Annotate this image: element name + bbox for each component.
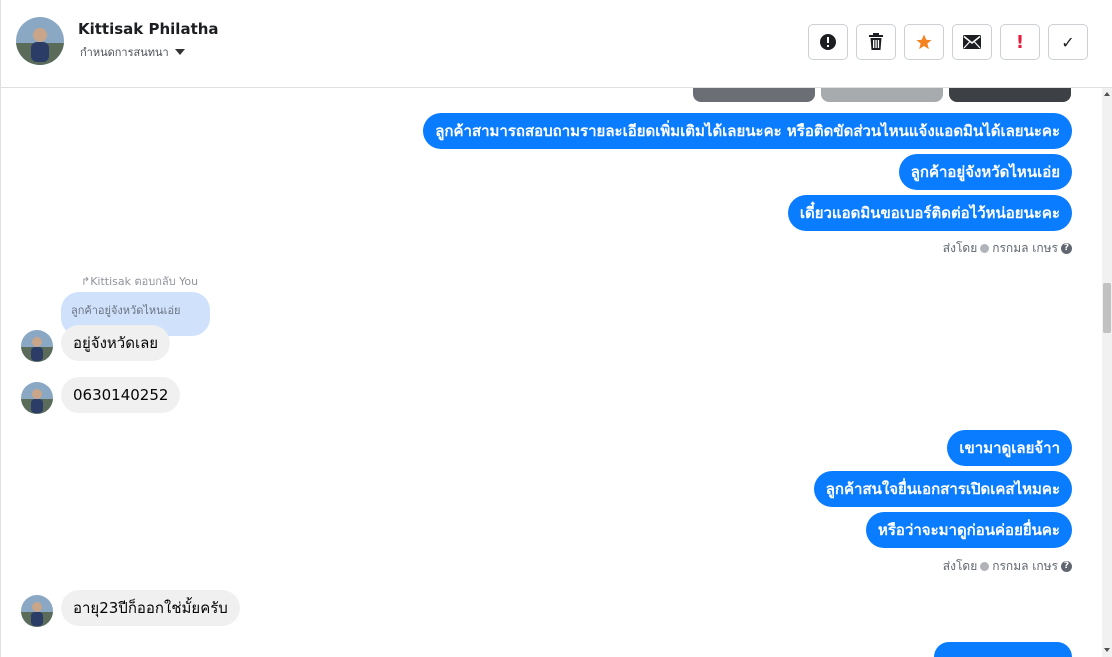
reply-meta: ↱Kittisak ตอบกลับ You: [81, 272, 198, 290]
message-bubble-outgoing[interactable]: ลูกค้าสนใจยื่นเอกสารเปิดเคสไหมคะ: [813, 471, 1072, 507]
conversation-label-dropdown[interactable]: กำหนดการสนทนา: [80, 43, 185, 61]
check-icon: ✓: [1061, 32, 1075, 52]
message-bubble-incoming[interactable]: อายุ23ปีก็ออกใช่มั้ยครับ: [61, 590, 240, 626]
attached-image[interactable]: [693, 88, 815, 102]
sender-name[interactable]: กรกมล เกษร: [992, 557, 1058, 576]
sent-by-label: ส่งโดย: [942, 559, 978, 573]
message-bubble-outgoing[interactable]: ลูกค้าสามารถสอบถามรายละเอียดเพิ่มเติมได้…: [423, 113, 1072, 149]
sender-avatar[interactable]: [21, 382, 53, 414]
exclamation-icon: !: [1015, 31, 1025, 53]
sent-status-icon: [980, 244, 990, 253]
delete-button[interactable]: [856, 24, 896, 60]
envelope-icon: [963, 35, 981, 49]
message-bubble-outgoing-partial[interactable]: [934, 642, 1072, 657]
help-icon[interactable]: ?: [1061, 243, 1072, 254]
message-bubble-outgoing[interactable]: เขามาดูเลยจ้าา: [947, 430, 1072, 466]
message-bubble-incoming[interactable]: อยู่จังหวัดเลย: [61, 325, 171, 361]
mark-unread-button[interactable]: [952, 24, 992, 60]
user-avatar[interactable]: [16, 17, 64, 65]
scroll-down-arrow-icon[interactable]: [1104, 648, 1110, 652]
help-icon[interactable]: ?: [1061, 561, 1072, 572]
star-icon: [916, 34, 932, 50]
report-button[interactable]: [808, 24, 848, 60]
sent-status-icon: [980, 562, 990, 571]
sender-avatar[interactable]: [21, 330, 53, 362]
scrollbar[interactable]: [1102, 88, 1112, 657]
conversation-label: กำหนดการสนทนา: [80, 46, 169, 59]
message-bubble-outgoing[interactable]: ลูกค้าอยู่จังหวัดไหนเอ่ย: [898, 154, 1072, 190]
scroll-up-arrow-icon[interactable]: [1104, 92, 1110, 96]
spam-button[interactable]: !: [1000, 24, 1040, 60]
conversation-header: Kittisak Philatha กำหนดการสนทนา ! ✓: [0, 0, 1112, 88]
alert-circle-icon: [820, 34, 836, 50]
reply-arrow-icon: ↱: [81, 275, 91, 288]
scrollbar-thumb[interactable]: [1103, 283, 1111, 333]
reply-meta-text: Kittisak ตอบกลับ You: [90, 275, 199, 288]
sent-by-label: ส่งโดย: [942, 241, 978, 255]
sender-avatar[interactable]: [21, 595, 53, 627]
mark-done-button[interactable]: ✓: [1048, 24, 1088, 60]
attached-image[interactable]: [949, 88, 1071, 102]
trash-icon: [869, 33, 883, 50]
sender-name[interactable]: กรกมล เกษร: [992, 239, 1058, 258]
attached-image[interactable]: [821, 88, 943, 102]
message-bubble-outgoing[interactable]: หรือว่าจะมาดูก่อนค่อยยื่นคะ: [865, 512, 1072, 548]
message-bubble-outgoing[interactable]: เดี๋ยวแอดมินขอเบอร์ติดต่อไว้หน่อยนะคะ: [787, 195, 1072, 231]
star-button[interactable]: [904, 24, 944, 60]
user-name[interactable]: Kittisak Philatha: [78, 20, 219, 38]
sent-by-info: ส่งโดย กรกมล เกษร ?: [943, 239, 1072, 258]
sent-by-info: ส่งโดย กรกมล เกษร ?: [943, 557, 1072, 576]
caret-down-icon: [174, 49, 185, 55]
message-bubble-incoming[interactable]: 0630140252: [61, 377, 181, 413]
